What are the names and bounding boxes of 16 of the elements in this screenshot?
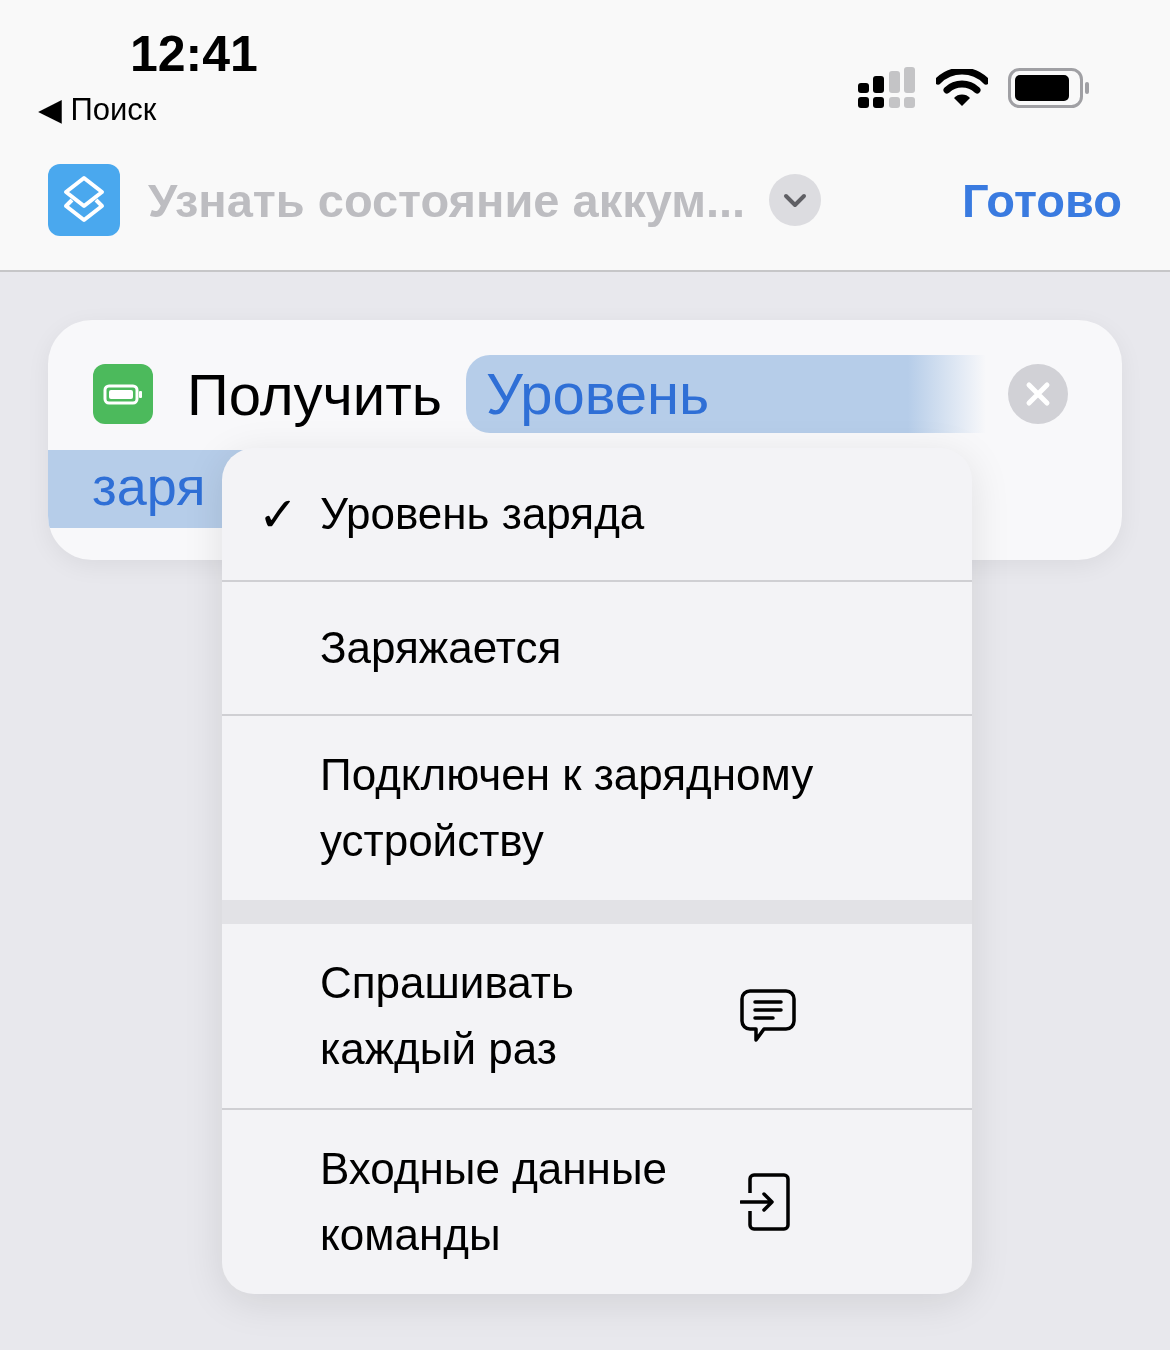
status-time: 12:41 <box>130 26 258 82</box>
menu-item[interactable]: Спрашивать каждый раз <box>222 924 972 1108</box>
close-icon[interactable] <box>1007 364 1068 424</box>
battery-app-icon <box>93 364 153 424</box>
layers-app-icon[interactable] <box>48 164 120 236</box>
done-button[interactable]: Готово <box>962 172 1122 228</box>
signal-icon <box>858 67 916 109</box>
action-verb: Получить <box>187 360 442 428</box>
menu-item[interactable]: Входные данные команды <box>222 1108 972 1294</box>
menu-item[interactable]: Заряжается <box>222 580 972 714</box>
chevron-down-icon[interactable] <box>769 174 822 226</box>
back-link[interactable]: ◀ Поиск <box>38 90 258 130</box>
speech-bubble-icon <box>740 989 796 1043</box>
enter-door-icon <box>740 1173 792 1231</box>
battery-icon <box>1008 68 1090 108</box>
wifi-icon <box>936 69 988 107</box>
